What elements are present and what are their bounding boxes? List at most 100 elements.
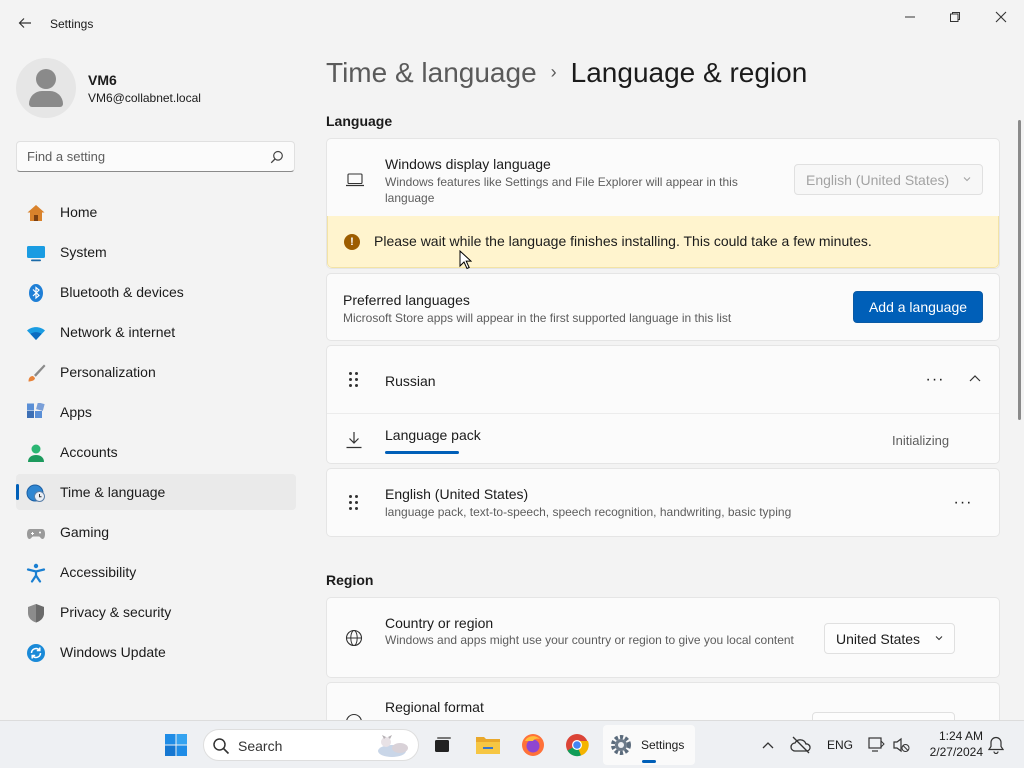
clock-date[interactable]: 2/27/2024: [923, 745, 983, 759]
preferred-languages-subtitle: Microsoft Store apps will appear in the …: [343, 311, 732, 325]
laptop-icon: [346, 173, 364, 187]
drag-handle-icon[interactable]: [349, 372, 359, 388]
gaming-icon: [27, 529, 45, 539]
sidebar-item-network[interactable]: Network & internet: [16, 314, 296, 350]
avatar: [16, 58, 76, 118]
sidebar-item-label: Network & internet: [60, 324, 176, 340]
apps-icon: [27, 403, 45, 418]
chevron-up-icon[interactable]: [968, 374, 982, 384]
sidebar-item-label: Accessibility: [60, 564, 137, 580]
update-icon: [27, 644, 45, 662]
dropdown-value: English (United States): [806, 171, 950, 188]
divider: [327, 413, 999, 414]
task-view-icon[interactable]: [428, 729, 456, 761]
volume-muted-icon[interactable]: [892, 736, 910, 754]
search-input[interactable]: [27, 142, 257, 171]
sidebar-item-accounts[interactable]: Accounts: [16, 434, 296, 470]
install-warning-banner: ! Please wait while the language finishe…: [327, 216, 999, 268]
scrollbar[interactable]: [1018, 120, 1021, 420]
sidebar-item-system[interactable]: System: [16, 234, 296, 270]
sidebar-item-personalization[interactable]: Personalization: [16, 354, 296, 390]
sidebar-item-label: Privacy & security: [60, 604, 172, 620]
chevron-down-icon: [963, 177, 971, 182]
language-pack-progress-bar: [385, 451, 459, 454]
file-explorer-icon[interactable]: [473, 729, 503, 761]
chevron-right-icon: ›: [550, 62, 557, 82]
accounts-icon: [28, 444, 44, 462]
chevron-down-icon: [935, 636, 943, 641]
brush-icon: [28, 364, 46, 382]
network-icon: [27, 327, 45, 340]
download-icon: [346, 432, 362, 449]
chrome-icon[interactable]: [562, 729, 592, 761]
minimize-icon[interactable]: [898, 8, 922, 26]
search-icon: [213, 738, 230, 755]
search-icon[interactable]: [270, 150, 284, 164]
language-item-english: English (United States) language pack, t…: [326, 468, 1000, 537]
sidebar-item-home[interactable]: Home: [16, 194, 296, 230]
sidebar-item-privacy[interactable]: Privacy & security: [16, 594, 296, 630]
mouse-cursor-icon: [459, 250, 472, 270]
progress-fill: [385, 451, 459, 454]
page-title: Language & region: [570, 57, 808, 88]
shield-icon: [28, 604, 44, 623]
arrow-left-icon[interactable]: [14, 12, 36, 34]
drag-handle-icon[interactable]: [349, 495, 359, 511]
maximize-icon[interactable]: [943, 8, 967, 26]
firefox-icon[interactable]: [518, 729, 548, 761]
display-language-dropdown[interactable]: English (United States): [794, 164, 983, 195]
globe-icon: [345, 629, 363, 647]
time-language-icon: [26, 484, 45, 502]
accessibility-icon: [26, 563, 46, 583]
country-region-subtitle: Windows and apps might use your country …: [385, 633, 794, 647]
language-name: English (United States): [385, 486, 529, 502]
app-title: Settings: [50, 17, 94, 31]
notification-bell-icon[interactable]: [988, 736, 1004, 754]
active-app-indicator: [642, 760, 656, 763]
sidebar-item-label: System: [60, 244, 107, 260]
sidebar-item-label: Home: [60, 204, 98, 220]
language-pack-status: Initializing: [892, 433, 950, 448]
language-name: Russian: [385, 373, 436, 389]
settings-gear-icon: [611, 735, 631, 755]
country-region-dropdown[interactable]: United States: [824, 623, 955, 654]
sidebar-nav: Home System Bluetooth & devices Network …: [16, 194, 296, 674]
onedrive-offline-icon[interactable]: [790, 736, 812, 754]
warning-icon: !: [344, 234, 360, 250]
language-pack-title: Language pack: [385, 427, 481, 443]
taskbar-settings-label: Settings: [641, 738, 685, 752]
sidebar-item-time-language[interactable]: Time & language: [16, 474, 296, 510]
network-status-icon[interactable]: [867, 736, 885, 754]
display-language-subtitle: Windows features like Settings and File …: [385, 175, 738, 205]
language-item-russian: Russian ··· Language pack Initializing: [326, 345, 1000, 464]
taskbar-search[interactable]: Search: [203, 729, 419, 761]
sidebar-item-label: Apps: [60, 404, 92, 420]
search-box[interactable]: [16, 141, 295, 172]
start-icon[interactable]: [162, 729, 190, 761]
sidebar-item-bluetooth[interactable]: Bluetooth & devices: [16, 274, 296, 310]
more-options-icon[interactable]: ···: [923, 368, 947, 392]
taskbar-settings-app[interactable]: Settings: [603, 725, 695, 765]
display-language-title: Windows display language: [385, 156, 551, 172]
country-region-title: Country or region: [385, 615, 494, 631]
bluetooth-icon: [29, 284, 43, 302]
breadcrumb-parent[interactable]: Time & language: [326, 57, 537, 88]
sidebar-item-windows-update[interactable]: Windows Update: [16, 634, 296, 670]
breadcrumb: Time & language › Language & region: [326, 57, 807, 89]
chevron-up-icon[interactable]: [762, 740, 774, 750]
close-icon[interactable]: [989, 8, 1013, 26]
sidebar-item-accessibility[interactable]: Accessibility: [16, 554, 296, 590]
sidebar-item-apps[interactable]: Apps: [16, 394, 296, 430]
sidebar-item-label: Windows Update: [60, 644, 166, 660]
sidebar-item-label: Accounts: [60, 444, 118, 460]
more-options-icon[interactable]: ···: [951, 491, 975, 515]
home-icon: [27, 205, 45, 221]
sidebar-item-label: Personalization: [60, 364, 156, 380]
input-language-indicator[interactable]: ENG: [827, 738, 853, 752]
add-language-button[interactable]: Add a language: [853, 291, 983, 323]
clock-time[interactable]: 1:24 AM: [933, 729, 983, 743]
regional-format-dropdown[interactable]: [812, 712, 955, 720]
title-bar: Settings: [0, 0, 1024, 48]
sidebar-item-gaming[interactable]: Gaming: [16, 514, 296, 550]
preferred-languages-title: Preferred languages: [343, 292, 470, 308]
